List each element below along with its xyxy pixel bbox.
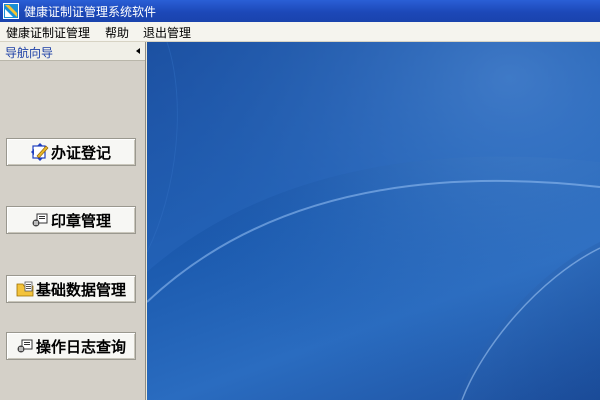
operation-log-button[interactable]: 操作日志查询 [6,332,136,360]
desktop-area [147,42,600,400]
seal-management-label: 印章管理 [50,211,111,230]
app-icon [3,3,19,19]
menu-health-cert[interactable]: 健康证制证管理 [4,24,92,41]
base-data-management-label: 基础数据管理 [35,280,126,299]
menu-bar: 健康证制证管理 帮助 退出管理 [0,22,600,42]
nav-sidebar: 导航向导 办证登记 印章管理 基础数据管理 操作日志查询 [0,42,146,400]
menu-help[interactable]: 帮助 [103,24,131,41]
operation-log-label: 操作日志查询 [35,337,126,356]
menu-exit[interactable]: 退出管理 [141,24,193,41]
collapse-arrow-icon[interactable] [136,48,140,54]
title-bar: 健康证制证管理系统软件 [0,0,600,22]
log-query-icon [17,339,33,353]
seal-icon [32,213,48,227]
data-folder-icon [16,281,34,297]
register-cert-label: 办证登记 [50,143,111,162]
register-icon [30,143,49,161]
nav-header: 导航向导 [0,42,145,61]
base-data-management-button[interactable]: 基础数据管理 [6,275,136,303]
window-title: 健康证制证管理系统软件 [24,5,157,19]
desktop-wallpaper [147,42,600,400]
register-cert-button[interactable]: 办证登记 [6,138,136,166]
nav-title: 导航向导 [5,46,54,60]
seal-management-button[interactable]: 印章管理 [6,206,136,234]
